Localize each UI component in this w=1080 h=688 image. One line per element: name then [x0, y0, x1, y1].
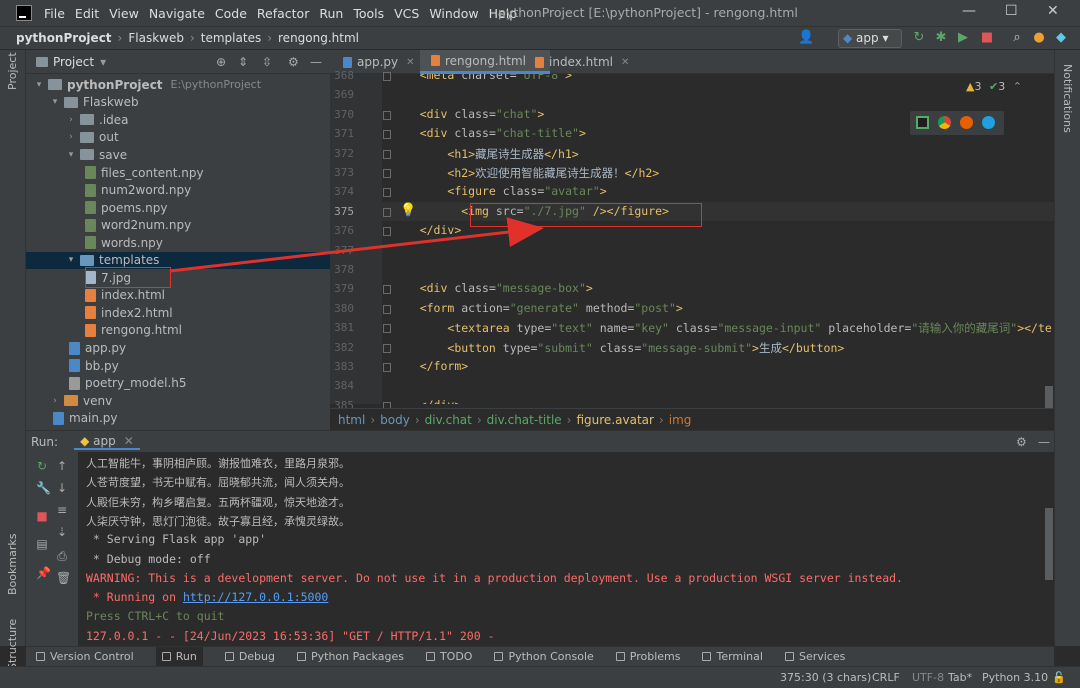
stop-icon[interactable]: ■ — [36, 510, 48, 522]
tool-icon — [224, 652, 234, 661]
console-line: * Serving Flask app 'app' — [86, 532, 267, 547]
hide-icon[interactable]: — — [1038, 435, 1050, 449]
tool-window-python-console[interactable]: Python Console — [494, 650, 594, 663]
run-console[interactable]: 人工智能牛，事阴相庐顾。谢报恤难衣，里路月泉邪。 人苍苛度望，书无中赋有。屈晓郁共… — [78, 452, 1054, 646]
file-encoding[interactable]: UTF-8 — [912, 671, 944, 684]
run-label: Run: — [31, 434, 59, 449]
line-separator[interactable]: CRLF — [872, 671, 900, 684]
console-scrollbar[interactable] — [1045, 508, 1053, 580]
run-toolbar: ↻ 🔧 ■ ▤ 📌 ↑ ↓ ≡ ⇣ ⎙ 🗑 — [26, 452, 78, 646]
tool-icon — [784, 652, 794, 661]
layout-icon[interactable]: ▤ — [36, 538, 48, 550]
console-line: 人殿佢未穷，构乡曙启复。五两杯疆观，惊天地途才。 — [86, 495, 350, 509]
tool-icon — [494, 652, 504, 661]
console-line: * Debug mode: off — [86, 551, 211, 566]
tool-icon — [36, 652, 45, 661]
soft-wrap-icon[interactable]: ≡ — [56, 504, 68, 516]
scroll-to-end-icon[interactable]: ⇣ — [56, 526, 68, 538]
tool-icon — [425, 652, 435, 661]
arrow-down-icon[interactable]: ↓ — [56, 482, 68, 494]
gear-icon[interactable]: ⚙ — [1016, 435, 1027, 449]
rerun-icon[interactable]: ↻ — [36, 460, 48, 472]
console-line: Press CTRL+C to quit — [86, 609, 225, 624]
print-icon[interactable]: ⎙ — [56, 550, 68, 562]
python-icon: ◆ — [80, 433, 94, 448]
tool-icon — [615, 652, 625, 661]
indent-setting[interactable]: Tab* — [948, 671, 972, 684]
tool-window-run[interactable]: Run — [155, 646, 203, 667]
console-line: * Running on http://127.0.0.1:5000 — [86, 590, 329, 605]
console-line: WARNING: This is a development server. D… — [86, 570, 903, 585]
console-line: 人柒厌守钟，思灯门泡徒。故子寡且经，承愧灵绿故。 — [86, 514, 350, 528]
tool-window-terminal[interactable]: Terminal — [702, 650, 763, 663]
tool-window-debug[interactable]: Debug — [224, 650, 275, 663]
tool-icon — [297, 652, 306, 661]
tool-window-problems[interactable]: Problems — [615, 650, 680, 663]
run-panel-header: Run: ◆ app ✕ ⚙ — — [26, 430, 1054, 452]
run-tab-app[interactable]: ◆ app ✕ — [74, 434, 140, 450]
tool-icon — [161, 652, 171, 661]
bottom-tool-bar: Version Control Run Debug Python Packages TO… — [26, 646, 1054, 667]
console-line: 人工智能牛，事阴相庐顾。谢报恤难衣，里路月泉邪。 — [86, 457, 350, 470]
tool-window-todo[interactable]: TODO — [425, 650, 472, 663]
pin-icon[interactable]: 📌 — [36, 567, 51, 579]
tool-window-services[interactable]: Services — [784, 650, 845, 663]
console-line: 人苍苛度望，书无中赋有。屈晓郁共流，闻人须关舟。 — [86, 476, 350, 490]
tool-window-python-packages[interactable]: Python Packages — [297, 650, 404, 663]
trash-icon[interactable]: 🗑 — [56, 572, 71, 584]
tool-window-version-control[interactable]: Version Control — [36, 650, 134, 663]
python-interpreter[interactable]: Python 3.10 — [982, 671, 1048, 684]
lock-icon[interactable]: 🔓 — [1052, 671, 1066, 684]
tool-icon — [702, 652, 712, 661]
wrench-icon[interactable]: 🔧 — [36, 482, 51, 494]
console-line: 127.0.0.1 - - [24/Jun/2023 16:53:36] "GE… — [86, 628, 495, 643]
server-url-link[interactable]: http://127.0.0.1:5000 — [183, 590, 328, 604]
arrow-up-icon[interactable]: ↑ — [56, 460, 68, 472]
caret-position[interactable]: 375:30 (3 chars) — [780, 671, 871, 684]
status-bar: 375:30 (3 chars) CRLF UTF-8 Tab* Python … — [0, 666, 1080, 688]
